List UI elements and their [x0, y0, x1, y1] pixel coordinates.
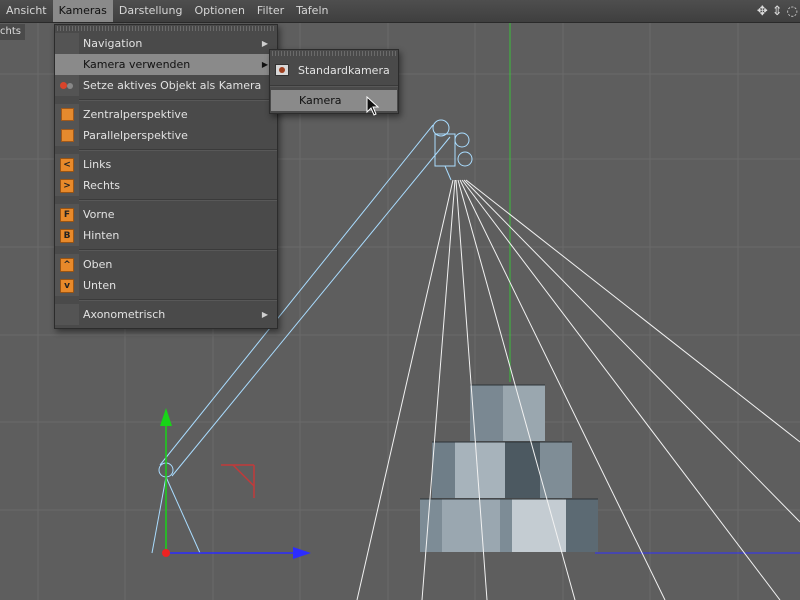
menu-separator	[79, 299, 277, 301]
menu-item-unten[interactable]: v Unten	[55, 275, 277, 296]
menu-item-oben[interactable]: ^ Oben	[55, 254, 277, 275]
menu-item-label: Zentralperspektive	[83, 108, 188, 121]
menu-item-label: Vorne	[83, 208, 115, 221]
menu-separator	[79, 149, 277, 151]
submenu-item-standardkamera[interactable]: Standardkamera	[270, 58, 398, 82]
mouse-cursor-icon	[366, 96, 380, 116]
menu-ansicht[interactable]: Ansicht	[0, 0, 53, 22]
zoom-view-icon[interactable]: ⇕	[772, 4, 783, 19]
menu-item-label: Axonometrisch	[83, 308, 166, 321]
menu-item-links[interactable]: < Links	[55, 154, 277, 175]
null-object[interactable]	[221, 464, 255, 498]
tower-object[interactable]	[420, 384, 598, 552]
view-back-icon: B	[60, 228, 74, 243]
menu-item-label: Kamera verwenden	[83, 58, 191, 71]
menu-kameras[interactable]: Kameras	[52, 0, 113, 22]
move-view-icon[interactable]: ✥	[757, 4, 768, 19]
menu-item-vorne[interactable]: F Vorne	[55, 204, 277, 225]
object-axis-gizmo[interactable]	[160, 408, 311, 559]
perspective-cube-icon	[60, 108, 74, 121]
view-bottom-icon: v	[60, 278, 74, 293]
menu-item-label: Navigation	[83, 37, 143, 50]
menu-item-label: Kamera	[299, 94, 342, 107]
menu-item-set-active-camera[interactable]: Setze aktives Objekt als Kamera	[55, 75, 277, 96]
menu-item-label: Hinten	[83, 229, 120, 242]
submenu-arrow-icon: ▶	[261, 310, 268, 319]
submenu-arrow-icon: ▶	[261, 60, 268, 69]
menu-item-label: Links	[83, 158, 112, 171]
menu-separator	[79, 249, 277, 251]
menu-item-zentralperspektive[interactable]: Zentralperspektive	[55, 104, 277, 125]
menu-item-label: Standardkamera	[298, 63, 390, 77]
menu-item-label: Rechts	[83, 179, 120, 192]
menu-filter[interactable]: Filter	[251, 0, 290, 22]
view-right-icon: >	[60, 178, 74, 193]
menu-item-hinten[interactable]: B Hinten	[55, 225, 277, 246]
viewport-tools: ✥ ⇕ ◌	[757, 0, 800, 22]
camera-icon	[275, 64, 289, 76]
menu-darstellung[interactable]: Darstellung	[113, 0, 189, 22]
menu-item-label: Setze aktives Objekt als Kamera	[83, 79, 262, 92]
viewport-menubar: Ansicht Kameras Darstellung Optionen Fil…	[0, 0, 800, 23]
set-camera-icon	[60, 80, 74, 92]
menu-item-label: Oben	[83, 258, 113, 271]
menu-item-axonometrisch[interactable]: Axonometrisch ▶	[55, 304, 277, 325]
menu-item-label: Unten	[83, 279, 117, 292]
menu-tearoff-grip[interactable]	[272, 51, 396, 56]
menu-item-navigation[interactable]: Navigation ▶	[55, 33, 277, 54]
menu-item-kamera-verwenden[interactable]: Kamera verwenden ▶	[55, 54, 277, 75]
menu-item-rechts[interactable]: > Rechts	[55, 175, 277, 196]
menu-item-parallelperspektive[interactable]: Parallelperspektive	[55, 125, 277, 146]
menu-optionen[interactable]: Optionen	[188, 0, 250, 22]
rotate-view-icon[interactable]: ◌	[787, 4, 798, 19]
menu-separator	[79, 99, 277, 101]
menu-separator	[79, 199, 277, 201]
view-top-icon: ^	[60, 257, 74, 272]
view-front-icon: F	[60, 207, 74, 222]
menu-separator	[270, 85, 398, 87]
submenu-arrow-icon: ▶	[261, 39, 268, 48]
menu-tearoff-grip[interactable]	[57, 26, 275, 31]
parallel-cube-icon	[60, 129, 74, 142]
view-left-icon: <	[60, 157, 74, 172]
menu-item-label: Parallelperspektive	[83, 129, 188, 142]
cameras-menu: Navigation ▶ Kamera verwenden ▶ Setze ak…	[54, 24, 278, 329]
menu-tafeln[interactable]: Tafeln	[290, 0, 334, 22]
view-label: chts	[0, 24, 25, 40]
